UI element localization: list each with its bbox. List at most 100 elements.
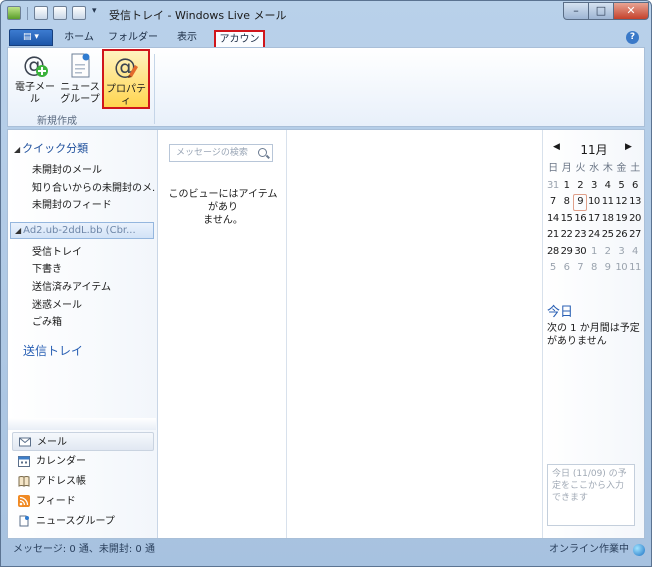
calendar-day[interactable]: 23 bbox=[573, 227, 587, 244]
calendar-day[interactable]: 8 bbox=[587, 260, 601, 277]
calendar-day[interactable]: 2 bbox=[601, 244, 615, 261]
calendar-day[interactable]: 5 bbox=[614, 178, 628, 195]
address-book-icon bbox=[18, 476, 30, 487]
ribbon-panel: @ 電子メール ニュース グループ @ プロパティ 新規作成 bbox=[7, 47, 645, 127]
calendar-icon bbox=[18, 456, 30, 467]
calendar-day[interactable]: 16 bbox=[573, 211, 587, 228]
calendar-day[interactable]: 10 bbox=[614, 260, 628, 277]
calendar-day[interactable]: 1 bbox=[560, 178, 574, 195]
calendar-day[interactable]: 27 bbox=[628, 227, 642, 244]
mini-calendar-grid: 日月火水木金土 31 1 2 3 4 5 6 7 8 9 10 11 12 13 14 15 16 17 18 19 20… bbox=[546, 161, 642, 277]
search-placeholder: メッセージの検索 bbox=[176, 148, 248, 158]
calendar-weekday: 月 bbox=[561, 163, 572, 174]
calendar-day[interactable]: 3 bbox=[587, 178, 601, 195]
maximize-button[interactable]: □ bbox=[588, 2, 614, 20]
calendar-day[interactable]: 11 bbox=[628, 260, 642, 277]
calendar-day[interactable]: 24 bbox=[587, 227, 601, 244]
minimize-button[interactable]: – bbox=[563, 2, 589, 20]
calendar-day[interactable]: 25 bbox=[601, 227, 615, 244]
nav-feeds-label: フィード bbox=[36, 496, 76, 507]
quick-views-header[interactable]: ◢ クイック分類 bbox=[14, 140, 88, 156]
tab-home[interactable]: ホーム bbox=[57, 30, 101, 47]
app-menu-button[interactable]: ▤ ▾ bbox=[9, 29, 53, 46]
next-month-icon[interactable]: ▶ bbox=[625, 142, 632, 152]
tab-view[interactable]: 表示 bbox=[167, 30, 207, 47]
calendar-day[interactable]: 3 bbox=[614, 244, 628, 261]
tab-account[interactable]: アカウント bbox=[214, 30, 265, 60]
quick-view-unread-feeds[interactable]: 未開封のフィード bbox=[32, 196, 156, 211]
calendar-day[interactable]: 14 bbox=[546, 211, 560, 228]
nav-contacts-label: アドレス帳 bbox=[36, 476, 86, 487]
search-icon[interactable] bbox=[258, 148, 267, 157]
nav-newsgroups[interactable]: ニュースグループ bbox=[12, 512, 154, 531]
calendar-day[interactable]: 31 bbox=[546, 178, 560, 195]
calendar-day[interactable]: 21 bbox=[546, 227, 560, 244]
account-header[interactable]: ◢ Ad2.ub-2ddL.bb (Cbr... bbox=[10, 222, 154, 239]
calendar-day[interactable]: 2 bbox=[573, 178, 587, 195]
quick-access-dropdown-icon[interactable]: ▾ bbox=[92, 6, 97, 16]
calendar-day[interactable]: 29 bbox=[560, 244, 574, 261]
calendar-day[interactable]: 5 bbox=[546, 260, 560, 277]
quick-view-unread-mail[interactable]: 未開封のメール bbox=[32, 161, 156, 176]
calendar-day[interactable]: 6 bbox=[628, 178, 642, 195]
quick-event-input[interactable]: 今日 (11/09) の予定をここから入力できます bbox=[547, 464, 635, 526]
calendar-day[interactable]: 10 bbox=[587, 194, 601, 211]
properties-button[interactable]: @ プロパティ bbox=[102, 49, 150, 109]
calendar-week-row: 7 8 9 10 11 12 13 bbox=[546, 194, 642, 211]
calendar-day[interactable]: 7 bbox=[546, 194, 560, 211]
today-heading: 今日 bbox=[547, 305, 574, 320]
calendar-day[interactable]: 4 bbox=[601, 178, 615, 195]
calendar-day[interactable]: 19 bbox=[614, 211, 628, 228]
calendar-day-today[interactable]: 9 bbox=[573, 194, 588, 211]
close-button[interactable]: ✕ bbox=[613, 2, 649, 20]
calendar-day[interactable]: 9 bbox=[601, 260, 615, 277]
calendar-day[interactable]: 6 bbox=[560, 260, 574, 277]
ribbon-group-separator bbox=[154, 54, 155, 124]
calendar-day[interactable]: 20 bbox=[628, 211, 642, 228]
message-search-input[interactable]: メッセージの検索 bbox=[169, 144, 273, 162]
folder-sent-items[interactable]: 送信済みアイテム bbox=[32, 278, 156, 293]
calendar-weekday: 水 bbox=[589, 163, 599, 174]
folder-junk[interactable]: 迷惑メール bbox=[32, 296, 156, 311]
calendar-day[interactable]: 1 bbox=[587, 244, 601, 261]
online-globe-icon[interactable] bbox=[633, 544, 645, 556]
quick-view-unread-from-contacts[interactable]: 知り合いからの未開封のメ... bbox=[32, 179, 156, 194]
tab-folder[interactable]: フォルダー bbox=[103, 30, 163, 47]
today-agenda-note: 次の 1 か月間は予定がありません bbox=[547, 323, 640, 347]
folder-inbox[interactable]: 受信トレイ bbox=[32, 243, 156, 258]
new-email-account-button[interactable]: @ 電子メール bbox=[12, 51, 58, 106]
send-receive-icon[interactable] bbox=[72, 6, 86, 20]
calendar-day[interactable]: 18 bbox=[601, 211, 615, 228]
nav-feeds[interactable]: フィード bbox=[12, 492, 154, 511]
collapse-triangle-icon[interactable]: ◢ bbox=[14, 145, 20, 154]
nav-contacts[interactable]: アドレス帳 bbox=[12, 472, 154, 491]
calendar-day[interactable]: 13 bbox=[628, 194, 642, 211]
calendar-day[interactable]: 15 bbox=[560, 211, 574, 228]
folder-drafts[interactable]: 下書き bbox=[32, 260, 156, 275]
calendar-day[interactable]: 8 bbox=[560, 194, 574, 211]
ribbon-group-label: 新規作成 bbox=[37, 116, 77, 127]
collapse-triangle-icon[interactable]: ◢ bbox=[15, 223, 21, 238]
reply-icon[interactable] bbox=[53, 6, 67, 20]
calendar-day[interactable]: 26 bbox=[614, 227, 628, 244]
mail-icon bbox=[19, 437, 31, 447]
calendar-day[interactable]: 11 bbox=[601, 194, 615, 211]
status-online[interactable]: オンライン作業中 bbox=[549, 539, 629, 561]
calendar-day[interactable]: 30 bbox=[573, 244, 587, 261]
ribbon-tabs: ▤ ▾ ホーム フォルダー 表示 アカウント ? bbox=[7, 27, 645, 60]
calendar-day[interactable]: 7 bbox=[573, 260, 587, 277]
new-item-icon[interactable] bbox=[34, 6, 48, 20]
previous-month-icon[interactable]: ◀ bbox=[553, 142, 560, 152]
nav-mail[interactable]: メール bbox=[12, 432, 154, 451]
help-icon[interactable]: ? bbox=[626, 31, 639, 44]
folder-outbox[interactable]: 送信トレイ bbox=[23, 342, 83, 359]
new-newsgroup-account-button[interactable]: ニュース グループ bbox=[58, 51, 102, 106]
calendar-day[interactable]: 22 bbox=[560, 227, 574, 244]
app-icon[interactable] bbox=[7, 6, 21, 20]
calendar-day[interactable]: 17 bbox=[587, 211, 601, 228]
calendar-day[interactable]: 12 bbox=[614, 194, 628, 211]
calendar-day[interactable]: 28 bbox=[546, 244, 560, 261]
calendar-day[interactable]: 4 bbox=[628, 244, 642, 261]
folder-deleted[interactable]: ごみ箱 bbox=[32, 313, 156, 328]
nav-calendar[interactable]: カレンダー bbox=[12, 452, 154, 471]
